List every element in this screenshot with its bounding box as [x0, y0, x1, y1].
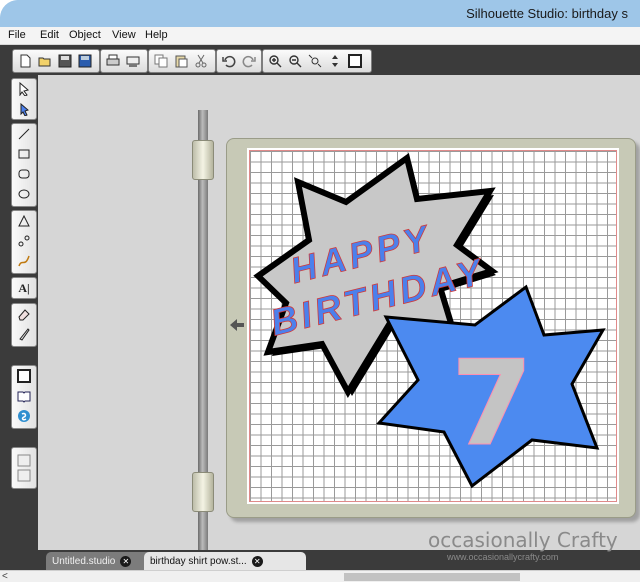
horizontal-scrollbar[interactable]: <	[0, 570, 640, 582]
watermark-url: www.occasionallycrafty.com	[447, 552, 559, 562]
watermark-logo: occasionally Crafty	[428, 528, 618, 552]
close-icon[interactable]: ✕	[251, 555, 263, 567]
tab-label: Untitled.studio	[52, 555, 116, 567]
tab-untitled[interactable]: Untitled.studio ✕	[46, 552, 154, 570]
number-seven[interactable]: 7	[450, 334, 533, 473]
tab-label: birthday shirt pow.st...	[150, 555, 247, 567]
close-icon[interactable]: ✕	[120, 555, 132, 567]
application-window: Silhouette Studio: birthday s File Edit …	[0, 0, 640, 582]
scroll-left-arrow-icon[interactable]: <	[2, 571, 8, 582]
birthday-design[interactable]: HAPPY BIRTHDAY 7	[0, 0, 640, 582]
scrollbar-thumb[interactable]	[344, 573, 520, 581]
tab-birthday-shirt[interactable]: birthday shirt pow.st... ✕	[144, 552, 306, 570]
